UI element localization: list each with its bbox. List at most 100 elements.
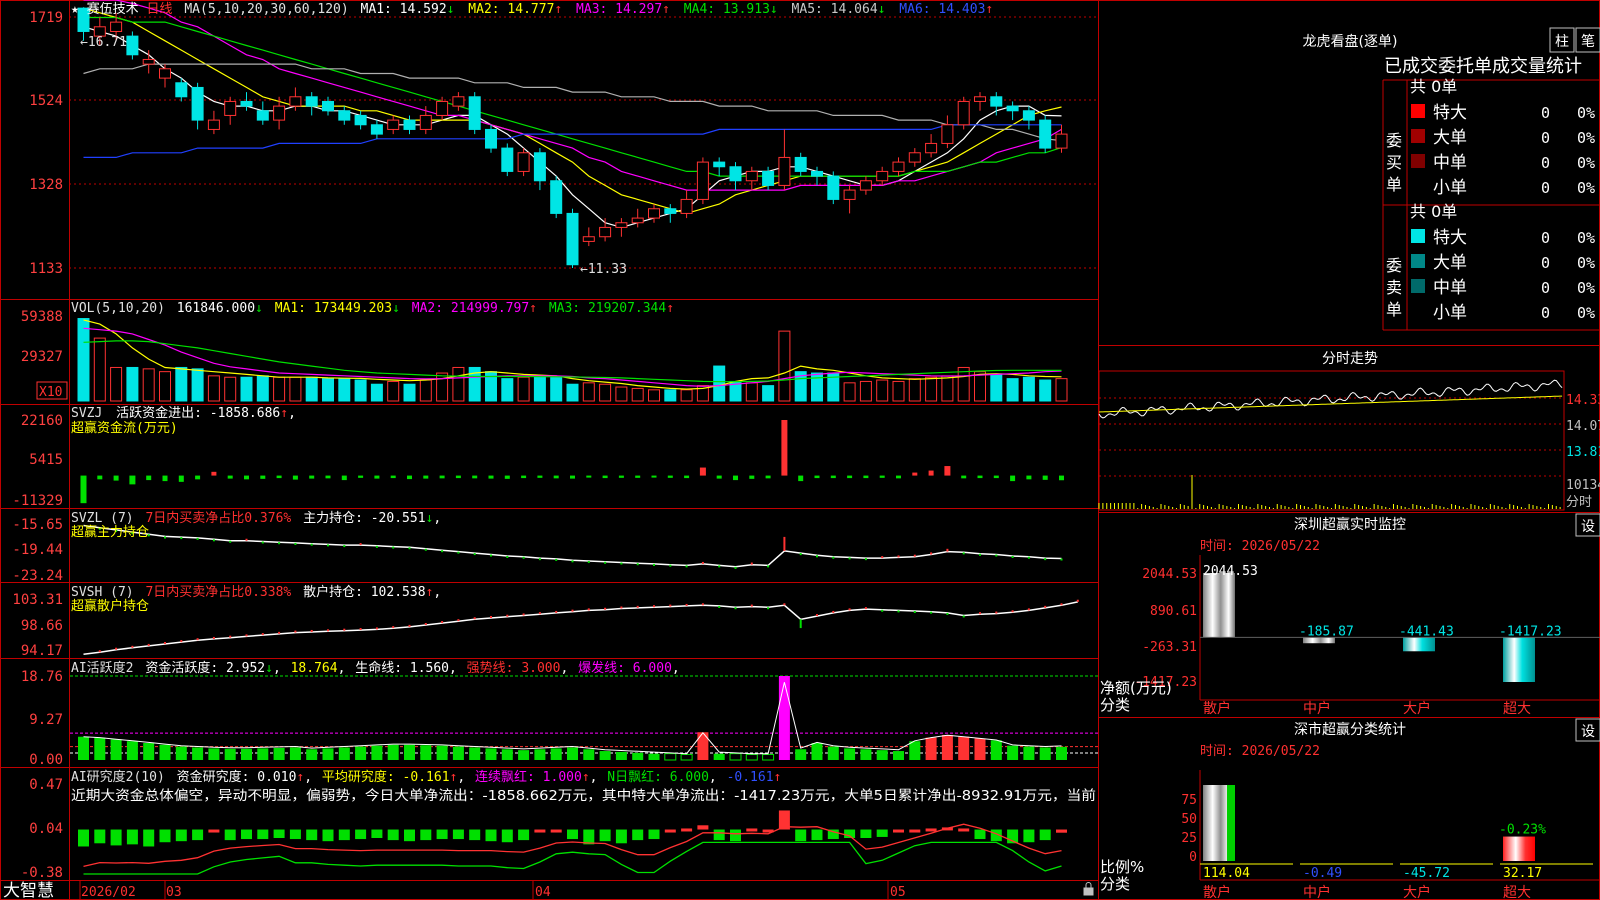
candle-body xyxy=(126,35,139,56)
candle-body xyxy=(941,124,954,144)
volume-bar xyxy=(745,382,758,402)
research-bar xyxy=(501,829,513,843)
volume-bar xyxy=(436,372,449,402)
capital-flow-bar xyxy=(879,475,885,478)
capital-flow-bar xyxy=(781,420,788,476)
candle-body xyxy=(859,180,872,191)
volume-bar xyxy=(957,366,970,402)
lock-icon[interactable] xyxy=(1083,882,1094,896)
research-bar xyxy=(192,829,204,841)
research-bar xyxy=(518,829,530,841)
sell-row-count: 0 xyxy=(1541,229,1550,247)
bar-mode-button[interactable]: 柱 xyxy=(1549,27,1575,53)
sz-stats-settings-button[interactable]: 设 xyxy=(1575,718,1600,742)
monitor-category-label: 散户 xyxy=(1203,700,1231,717)
sz-stats-y-tick: 50 xyxy=(1181,812,1197,827)
volume-bar xyxy=(224,376,237,402)
capital-flow-bar xyxy=(912,472,918,476)
ma-line-1 xyxy=(83,26,1062,229)
activity-bar xyxy=(615,751,627,760)
capital-flow-bar xyxy=(488,475,494,479)
volume-bar xyxy=(110,366,123,402)
buy-row-name: 特大 xyxy=(1433,103,1467,123)
ai-summary-text: 近期大资金总体偏空，异动不明显，偏弱势，今日大单净流出：-1858.662万元，… xyxy=(71,787,1096,804)
volume-bar xyxy=(990,373,1003,402)
research-bar xyxy=(338,829,350,841)
sell-row-name: 小单 xyxy=(1433,303,1467,323)
svg-text:笔: 笔 xyxy=(1581,34,1595,50)
ma6-value: MA6: 14.403 xyxy=(899,2,985,17)
volume-bar xyxy=(1055,378,1068,402)
candle-body xyxy=(485,128,497,149)
pen-mode-button[interactable]: 笔 xyxy=(1575,27,1600,53)
activity-bar xyxy=(860,749,872,760)
volume-bar xyxy=(615,386,628,402)
svg-text:设: 设 xyxy=(1581,724,1595,740)
candle-body xyxy=(843,189,856,200)
activity-bar xyxy=(745,754,758,761)
capital-flow-bar xyxy=(651,475,657,478)
capital-flow-bar xyxy=(863,475,869,479)
candle-body xyxy=(273,105,286,121)
sz-monitor-settings-button[interactable]: 设 xyxy=(1575,513,1600,537)
research-bar xyxy=(681,828,693,832)
ai1-y-tick: 9.27 xyxy=(29,712,63,728)
volume-bar xyxy=(191,368,204,402)
candle-body xyxy=(354,114,367,126)
activity-bar xyxy=(762,754,775,761)
capital-flow-bar xyxy=(667,475,673,478)
activity-bar xyxy=(208,748,220,760)
price-y-tick: 1524 xyxy=(29,93,63,109)
buy-row-count: 0 xyxy=(1541,104,1550,122)
research-bar xyxy=(664,829,676,833)
capital-flow-bar xyxy=(699,467,706,476)
candle-body xyxy=(305,96,318,107)
candle-body xyxy=(191,86,204,121)
research-bar xyxy=(860,829,872,838)
sz-stats-y-tick: 25 xyxy=(1181,831,1197,846)
monitor-bar xyxy=(1203,573,1235,638)
capital-flow-bar xyxy=(97,475,103,480)
capital-flow-bar xyxy=(684,475,690,479)
volume-bar xyxy=(305,376,318,402)
activity-bar xyxy=(1023,746,1035,760)
research-bar xyxy=(1056,829,1067,833)
ai1-y-tick: 0.00 xyxy=(29,752,63,768)
volume-bar xyxy=(338,378,351,402)
order-stats-tab[interactable]: 已成交委托单成交量统计 xyxy=(1384,56,1582,77)
capital-flow-bar xyxy=(896,475,901,479)
activity-bar xyxy=(371,745,383,760)
research-bar xyxy=(94,829,106,844)
svsh-y-tick: 98.66 xyxy=(21,618,63,634)
candle-body xyxy=(566,212,579,266)
research-bar xyxy=(420,829,432,841)
capital-flow-bar xyxy=(814,475,820,479)
volume-bar xyxy=(1022,376,1035,402)
research-bar xyxy=(974,829,986,840)
dragon-panel-title: 龙虎看盘(逐单) xyxy=(1303,33,1398,50)
capital-flow-bar xyxy=(1026,475,1032,480)
candle-body xyxy=(550,180,563,214)
buy-row-count: 0 xyxy=(1541,179,1550,197)
activity-bar xyxy=(94,737,106,760)
candle-body xyxy=(582,236,595,242)
research-bar xyxy=(404,829,415,842)
research-bar xyxy=(273,829,285,838)
stats-category-label: 中户 xyxy=(1303,884,1331,900)
activity-bar xyxy=(958,736,970,760)
research-bar xyxy=(289,829,301,840)
svzj-subtitle: 超赢资金流(万元) xyxy=(71,420,178,436)
monitor-bar xyxy=(1503,637,1535,682)
activity-bar xyxy=(1039,747,1051,760)
candle-body xyxy=(892,161,905,172)
candle-body xyxy=(289,96,302,107)
candle-body xyxy=(990,96,1003,107)
stats-bar-top-label: -0.23% xyxy=(1499,823,1546,838)
capital-flow-bar xyxy=(944,466,951,476)
research-bar xyxy=(746,828,758,832)
svzj-y-tick: -11329 xyxy=(12,493,63,509)
activity-bar xyxy=(1007,745,1019,760)
activity-bar xyxy=(1056,746,1067,760)
candle-body xyxy=(745,170,758,182)
ai2-y-tick: 0.47 xyxy=(29,777,63,793)
